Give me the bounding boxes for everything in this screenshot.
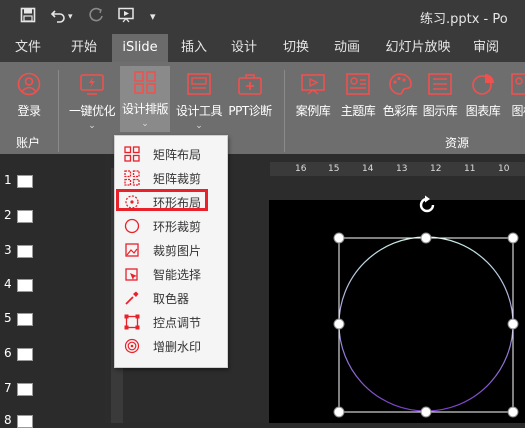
matrix-layout-icon <box>124 146 140 162</box>
chevron-down-icon: ⌄ <box>141 119 149 129</box>
redo-icon[interactable] <box>88 7 104 28</box>
ruler-tick: 15 <box>328 164 340 174</box>
design-tools-icon <box>186 72 212 96</box>
design-tools-button[interactable]: 设计工具 ⌄ <box>174 68 224 131</box>
ppt-diagnose-button[interactable]: PPT诊断 <box>226 68 274 119</box>
slide-number: 1 <box>4 173 12 187</box>
ruler-tick: 10 <box>498 164 510 174</box>
ruler-tick: 14 <box>362 164 374 174</box>
group-label-resources: 资源 <box>445 136 470 150</box>
slide-thumbnail[interactable] <box>17 175 33 188</box>
menu-item-crop-image[interactable]: 裁剪图片 <box>115 238 227 262</box>
selected-ring-shape[interactable] <box>269 200 525 423</box>
menu-item-eyedropper[interactable]: 取色器 <box>115 286 227 310</box>
theme-library-icon <box>345 72 371 96</box>
slide-thumbnail[interactable] <box>17 383 33 396</box>
document-title: 练习.pptx - Po <box>420 12 508 27</box>
icon-library-button[interactable]: 图标 <box>501 68 525 119</box>
ribbon-tabs: 文件 开始 iSlide 插入 设计 切换 动画 幻灯片放映 审阅 <box>0 34 525 62</box>
smart-select-icon <box>124 266 140 282</box>
chevron-down-icon: ⌄ <box>195 121 203 131</box>
undo-dropdown-icon[interactable]: ▾ <box>68 7 73 27</box>
user-icon <box>16 72 42 96</box>
palette-icon <box>387 72 413 96</box>
slide-thumbnail[interactable] <box>17 210 33 223</box>
icon-library-icon <box>510 72 525 96</box>
design-layout-button[interactable]: 设计排版 ⌄ <box>120 66 170 132</box>
tab-file[interactable]: 文件 <box>6 34 50 62</box>
tab-review[interactable]: 审阅 <box>464 34 508 62</box>
tab-transitions[interactable]: 切换 <box>274 34 318 62</box>
watermark-icon <box>124 338 140 354</box>
matrix-crop-icon <box>124 170 140 186</box>
slide-thumbnail[interactable] <box>17 245 33 258</box>
theme-library-button[interactable]: 主题库 <box>336 68 380 119</box>
tab-islide[interactable]: iSlide <box>112 34 168 62</box>
tab-insert[interactable]: 插入 <box>172 34 216 62</box>
chart-library-button[interactable]: 图表库 <box>461 68 505 119</box>
case-library-icon <box>300 72 326 96</box>
slide-canvas[interactable] <box>269 200 525 423</box>
ruler-tick: 11 <box>464 164 476 174</box>
diagnose-icon <box>237 72 263 96</box>
diagram-library-icon <box>427 72 453 96</box>
slide-number: 4 <box>4 277 12 291</box>
horizontal-ruler: 16 15 14 13 12 11 10 <box>270 162 525 176</box>
tab-animations[interactable]: 动画 <box>325 34 369 62</box>
ruler-tick: 12 <box>430 164 442 174</box>
slide-thumbnail[interactable] <box>17 313 33 326</box>
ribbon-divider <box>58 70 59 152</box>
design-layout-dropdown-menu: 矩阵布局 矩阵裁剪 环形布局 环形裁剪 裁剪图片 智能选择 取色器 控点调节 增… <box>114 135 228 368</box>
slide-number: 5 <box>4 311 12 325</box>
group-label-account: 账户 <box>16 136 41 150</box>
menu-item-ring-crop[interactable]: 环形裁剪 <box>115 214 227 238</box>
slide-thumbnail[interactable] <box>17 348 33 361</box>
slide-thumbnail-pane[interactable]: 1 2 3 4 5 6 7 8 <box>0 154 105 428</box>
slide-number: 8 <box>4 413 12 427</box>
highlight-annotation-box <box>116 189 208 211</box>
palette-library-button[interactable]: 色彩库 <box>378 68 422 119</box>
tab-home[interactable]: 开始 <box>62 34 106 62</box>
undo-icon[interactable] <box>50 7 66 28</box>
slide-number: 2 <box>4 208 12 222</box>
login-button[interactable]: 登录 <box>5 68 53 119</box>
title-bar: ▾ ▾ 练习.pptx - Po <box>0 0 525 34</box>
tab-design[interactable]: 设计 <box>222 34 266 62</box>
slide-thumbnail[interactable] <box>17 279 33 292</box>
menu-item-handle-adjust[interactable]: 控点调节 <box>115 310 227 334</box>
slide-number: 6 <box>4 346 12 360</box>
ribbon-divider <box>284 70 285 152</box>
layout-icon <box>132 70 158 94</box>
tab-slideshow[interactable]: 幻灯片放映 <box>378 34 458 62</box>
menu-item-smart-select[interactable]: 智能选择 <box>115 262 227 286</box>
crop-image-icon <box>124 242 140 258</box>
ribbon: 登录 一键优化 ⌄ 设计排版 ⌄ 设计工具 ⌄ PPT诊断 案例库 主题库 色彩… <box>0 62 525 154</box>
chevron-down-icon: ⌄ <box>88 121 96 131</box>
eyedropper-icon <box>124 290 140 306</box>
menu-item-matrix-crop[interactable]: 矩阵裁剪 <box>115 166 227 190</box>
menu-item-watermark[interactable]: 增删水印 <box>115 334 227 358</box>
ring-crop-icon <box>124 218 140 234</box>
chart-library-icon <box>470 72 496 96</box>
case-library-button[interactable]: 案例库 <box>291 68 335 119</box>
slide-number: 3 <box>4 243 12 257</box>
customize-dropdown-icon[interactable]: ▾ <box>150 7 156 27</box>
ruler-tick: 16 <box>295 164 307 174</box>
one-click-optimize-button[interactable]: 一键优化 ⌄ <box>68 68 116 131</box>
optimize-icon <box>79 72 105 96</box>
ruler-tick: 13 <box>396 164 408 174</box>
rotate-handle-icon[interactable] <box>416 194 438 216</box>
save-icon[interactable] <box>20 7 36 28</box>
handle-adjust-icon <box>124 314 140 330</box>
slideshow-icon[interactable] <box>118 7 136 28</box>
slide-number: 7 <box>4 381 12 395</box>
slide-thumbnail[interactable] <box>17 415 33 428</box>
diagram-library-button[interactable]: 图示库 <box>418 68 462 119</box>
menu-item-matrix-layout[interactable]: 矩阵布局 <box>115 142 227 166</box>
